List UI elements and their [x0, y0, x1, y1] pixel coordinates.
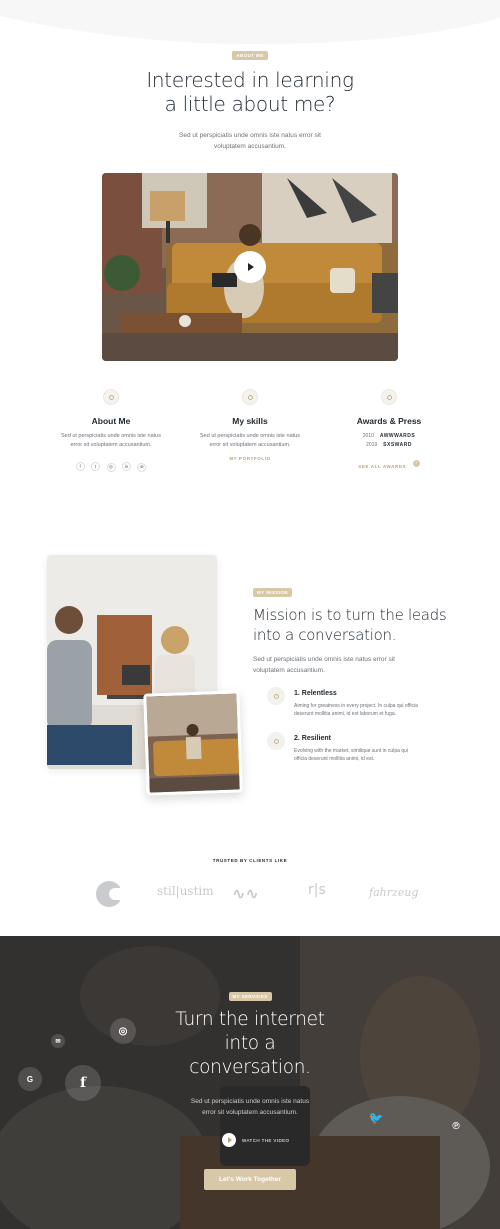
step-text: Aiming for greatness in every project. I…	[294, 702, 474, 718]
step-title: 1. Relentless	[294, 690, 337, 697]
services-text-line1: Sed ut perspiciatis unde omnis iste natu…	[190, 1098, 310, 1105]
step-title: 2. Resilient	[294, 735, 331, 742]
feature-text-line2: error sit voluptatem accusantium.	[70, 441, 152, 448]
services-title-line2: into a	[224, 1033, 276, 1054]
feature-text-line1: Sed ut perspiciatis unde omnis iste natu…	[200, 433, 300, 439]
relentless-icon	[267, 687, 285, 705]
about-badge-wrap: ABOUT ME	[0, 44, 500, 62]
about-title-line1: Interested in learning	[146, 68, 354, 92]
about-subtitle-line1: Sed ut perspiciatis unde omnis iste natu…	[179, 132, 321, 139]
play-button[interactable]	[234, 251, 266, 283]
mission-badge-wrap: MY MISSION	[253, 581, 292, 599]
step-text-line2: officia deserunt mollitia animi, id est.	[294, 756, 375, 762]
mission-title-line1: Mission is to turn the leads	[253, 606, 447, 624]
about-subtitle-line2: voluptatem accusantium.	[214, 143, 286, 150]
mission-photo-secondary	[143, 690, 243, 796]
watch-video-button[interactable]: WATCH THE VIDEO	[222, 1133, 289, 1147]
living-room-photo-small	[146, 693, 243, 796]
about-me-icon	[103, 389, 119, 405]
skype-icon[interactable]: ⊚	[137, 462, 147, 472]
client-logo-c-cut	[109, 888, 123, 900]
about-title-line2: a little about me?	[164, 92, 336, 116]
about-badge: ABOUT ME	[232, 51, 268, 60]
watch-video-label: WATCH THE VIDEO	[242, 1137, 290, 1143]
instagram-icon[interactable]: ◎	[106, 462, 116, 472]
pinterest-icon[interactable]: ℗	[446, 1116, 466, 1136]
award-name: AWWWARDS	[379, 433, 416, 439]
services-text: Sed ut perspiciatis unde omnis iste natu…	[0, 1096, 500, 1118]
step-text: Evolving with the market, similique sunt…	[294, 747, 474, 763]
client-logo-fahrzeug: fahrzeug	[369, 886, 419, 899]
services-title: Turn the internet into a conversation.	[0, 1008, 500, 1080]
play-icon	[248, 263, 254, 271]
feature-text: Sed ut perspiciatis unde omnis iste natu…	[40, 432, 182, 449]
mission-text: Sed ut perspiciatis unde omnis iste natu…	[253, 654, 473, 676]
mission-text-line1: Sed ut perspiciatis unde omnis iste natu…	[253, 656, 395, 663]
client-logo-c	[96, 881, 123, 907]
client-logo-stilustim: stil|ustim	[157, 884, 214, 898]
portfolio-link[interactable]: MY PORTFOLIO	[179, 456, 321, 461]
skills-icon	[242, 389, 258, 405]
feature-text-line2: error sit voluptatem accusantium.	[209, 441, 291, 448]
award-year: 2010	[362, 433, 374, 439]
feature-title: About Me	[91, 416, 131, 426]
feature-title: Awards & Press	[356, 416, 422, 426]
feature-skills: My skills Sed ut perspiciatis unde omnis…	[179, 416, 321, 461]
mission-title-line2: into a conversation.	[253, 626, 397, 644]
feature-awards: Awards & Press 2010 AWWWARDS 2019 SXSWARD …	[318, 416, 460, 473]
mission-text-line2: voluptatem accusantium.	[253, 667, 325, 674]
lets-work-together-button[interactable]: Let's Work Together	[204, 1169, 296, 1190]
award-row: 2010 AWWWARDS	[318, 432, 460, 441]
about-title: Interested in learning a little about me…	[0, 68, 500, 116]
client-logo-wave: ∿∿	[232, 884, 259, 903]
mission-title: Mission is to turn the leads into a conv…	[253, 605, 473, 645]
arrow-right-icon: ›	[412, 460, 420, 468]
clients-heading: TRUSTED BY CLIENTS LIKE	[212, 858, 288, 863]
services-text-line2: error sit voluptatem accusantium.	[202, 1109, 298, 1116]
linkedin-icon[interactable]: in	[121, 462, 131, 471]
award-name: SXSWARD	[383, 442, 412, 448]
feature-text-line1: Sed ut perspiciatis unde omnis iste natu…	[61, 433, 161, 439]
top-wave-decoration	[0, 0, 500, 44]
services-title-line3: conversation.	[189, 1057, 311, 1078]
awards-icon	[381, 389, 397, 405]
mission-step-relentless: 1. Relentless Aiming for greatness in ev…	[294, 690, 474, 718]
about-video-thumbnail[interactable]	[102, 173, 398, 361]
about-subtitle: Sed ut perspiciatis unde omnis iste natu…	[0, 130, 500, 152]
award-row: 2019 SXSWARD	[318, 441, 460, 450]
services-title-line1: Turn the internet	[175, 1009, 325, 1030]
social-links-small: f t ◎ in ⊚	[40, 455, 182, 473]
client-logo-rs: r|s	[308, 882, 326, 898]
play-circle-icon	[222, 1133, 236, 1147]
feature-about-me: About Me Sed ut perspiciatis unde omnis …	[40, 416, 182, 473]
mission-badge: MY MISSION	[253, 588, 292, 597]
feature-text: Sed ut perspiciatis unde omnis iste natu…	[179, 432, 321, 449]
resilient-icon	[267, 732, 285, 750]
services-badge: MY SERVICES	[228, 992, 272, 1001]
twitter-icon[interactable]: t	[91, 462, 101, 471]
mission-step-resilient: 2. Resilient Evolving with the market, s…	[294, 735, 474, 763]
step-text-line1: Evolving with the market, similique sunt…	[294, 748, 408, 754]
awards-list: 2010 AWWWARDS 2019 SXSWARD	[318, 432, 460, 450]
facebook-icon[interactable]: f	[75, 462, 85, 471]
feature-title: My skills	[232, 416, 268, 426]
services-badge-wrap: MY SERVICES	[0, 985, 500, 1003]
step-text-line2: deserunt mollitia animi, id est laborum …	[294, 711, 396, 717]
award-year: 2019	[366, 442, 378, 448]
see-all-awards-label: SEE ALL AWARDS	[358, 464, 407, 469]
see-all-awards-link[interactable]: SEE ALL AWARDS ›	[318, 455, 460, 473]
step-text-line1: Aiming for greatness in every project. I…	[294, 703, 418, 709]
